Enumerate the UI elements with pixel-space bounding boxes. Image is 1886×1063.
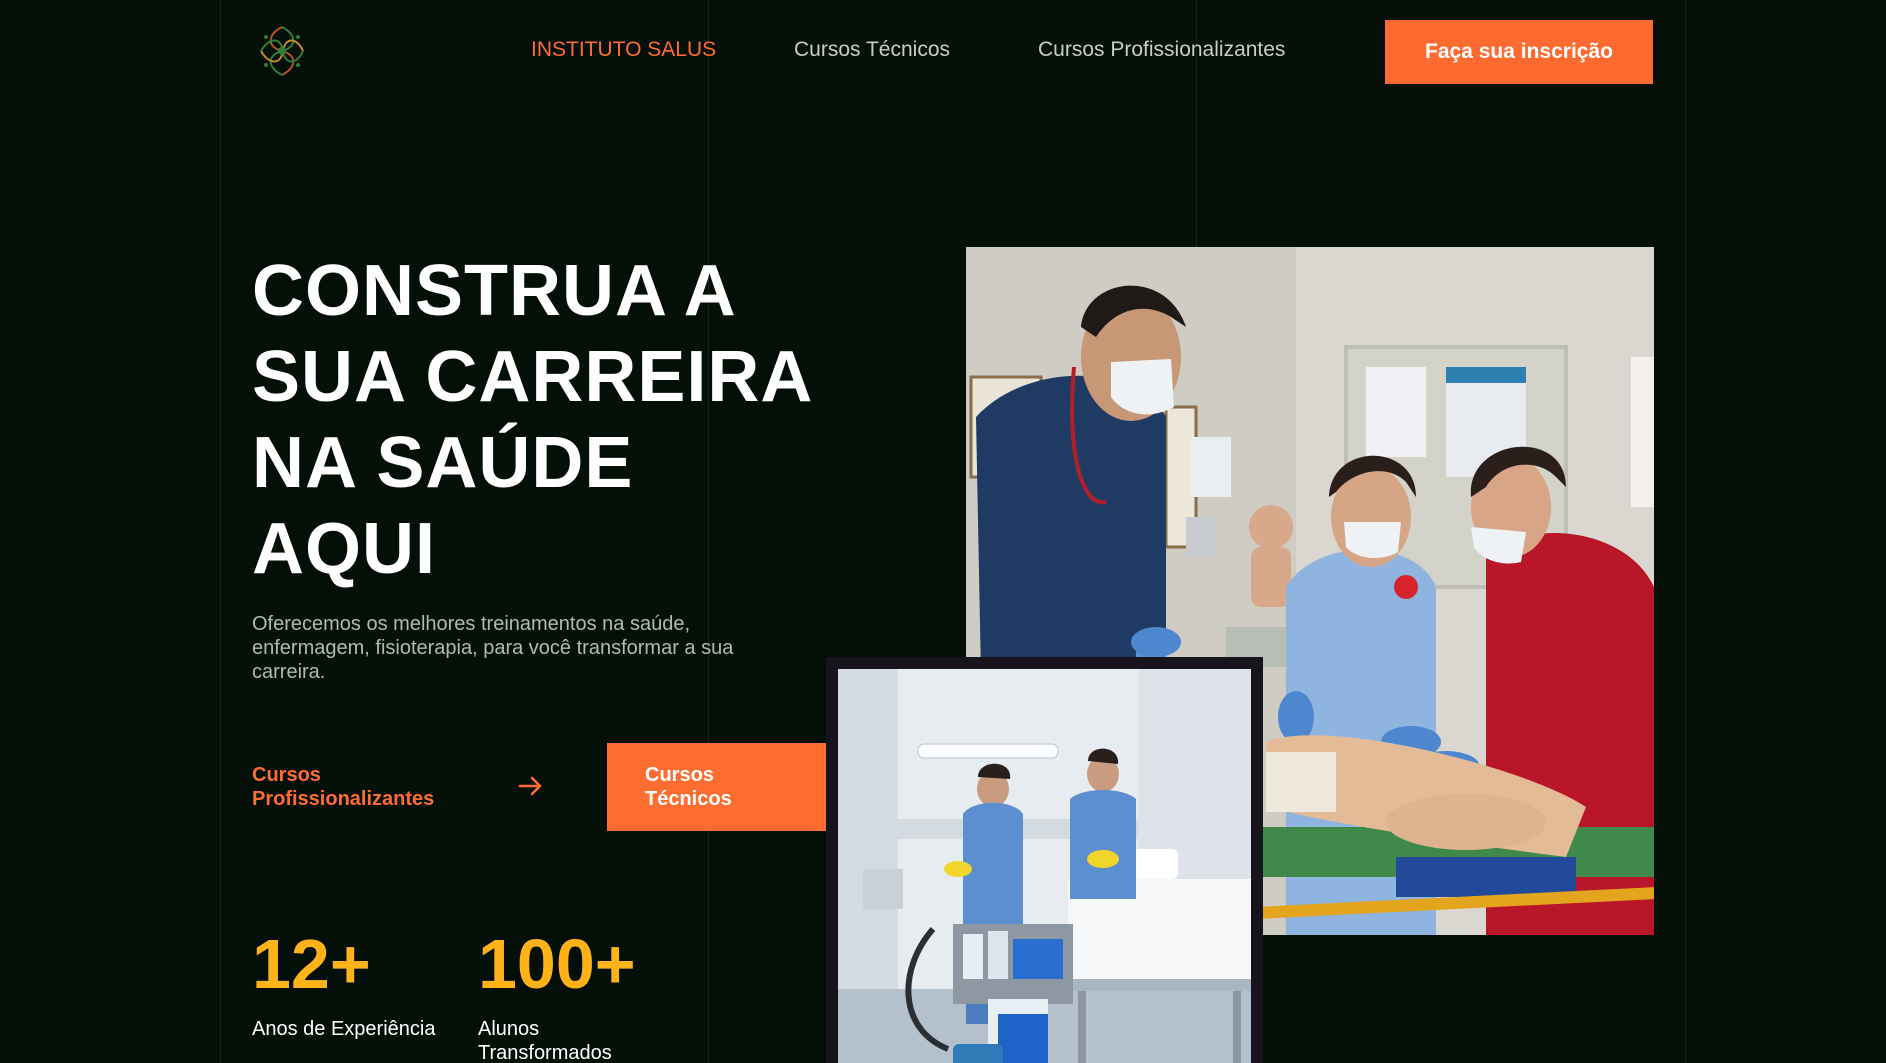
hero-title-line: SUA CARREIRA bbox=[252, 337, 814, 417]
cursos-tecnicos-button[interactable]: Cursos Técnicos bbox=[607, 743, 826, 831]
nav-link-cursos-profissionalizantes[interactable]: Cursos Profissionalizantes bbox=[1038, 38, 1285, 62]
nav-brand-link[interactable]: INSTITUTO SALUS bbox=[531, 38, 716, 62]
photo-frame bbox=[826, 657, 1263, 1063]
stat-value-experience: 12+ bbox=[252, 925, 371, 1003]
stat-label-experience: Anos de Experiência bbox=[252, 1018, 436, 1040]
logo-icon[interactable] bbox=[253, 21, 311, 81]
cursos-profissionalizantes-link[interactable]: Cursos Profissionalizantes bbox=[252, 763, 472, 811]
stat-value-students: 100+ bbox=[478, 925, 636, 1003]
landing-page: INSTITUTO SALUS Cursos Técnicos Cursos P… bbox=[0, 0, 1886, 1063]
guide-line bbox=[1685, 0, 1686, 1063]
hero-title-line: NA SAÚDE bbox=[252, 423, 634, 503]
hero-title-line: AQUI bbox=[252, 509, 436, 589]
cleaning-photo bbox=[838, 669, 1251, 1063]
guide-line bbox=[220, 0, 221, 1063]
hero-title-line: CONSTRUA A bbox=[252, 251, 737, 331]
enroll-button[interactable]: Faça sua inscrição bbox=[1385, 20, 1653, 84]
hero-title: CONSTRUA A SUA CARREIRA NA SAÚDE AQUI bbox=[252, 248, 872, 592]
arrow-right-icon[interactable] bbox=[518, 774, 544, 798]
nav-link-cursos-tecnicos[interactable]: Cursos Técnicos bbox=[794, 38, 950, 62]
hero-subtitle: Oferecemos os melhores treinamentos na s… bbox=[252, 613, 734, 683]
stat-label-students: Alunos Transformados bbox=[478, 1018, 612, 1063]
